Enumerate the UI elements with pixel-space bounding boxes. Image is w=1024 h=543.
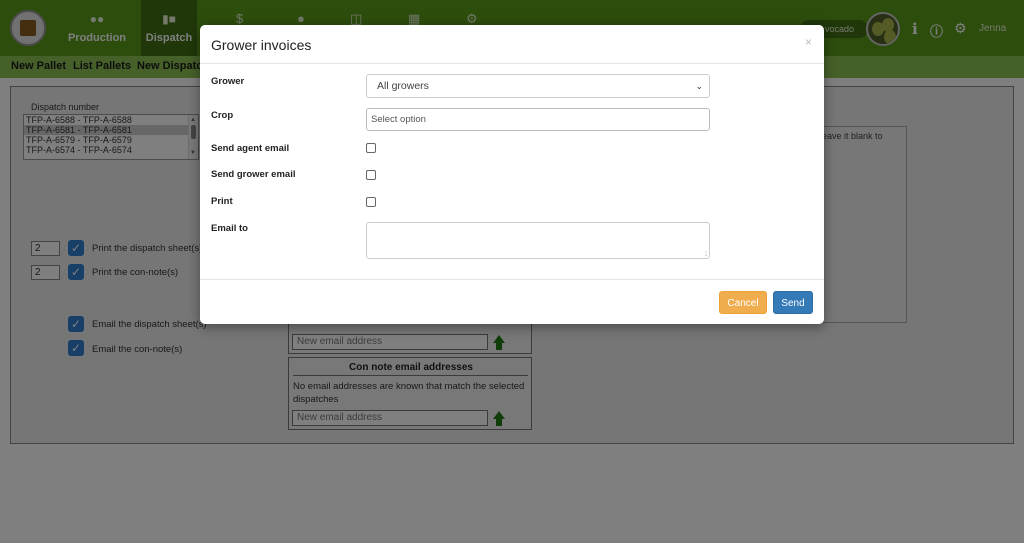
grower-label: Grower	[211, 76, 245, 87]
send-grower-email-checkbox[interactable]	[366, 170, 376, 180]
grower-select[interactable]: All growers ⌄	[366, 74, 710, 98]
chevron-down-icon: ⌄	[695, 81, 703, 91]
send-agent-email-label: Send agent email	[211, 143, 290, 154]
modal-title: Grower invoices	[211, 37, 312, 53]
crop-label: Crop	[211, 110, 234, 121]
resize-grip-icon[interactable]: ⁏	[705, 249, 707, 257]
send-button[interactable]: Send	[773, 291, 813, 314]
crop-select[interactable]: Select option	[366, 108, 710, 131]
grower-invoices-modal: Grower invoices × Grower All growers ⌄ C…	[200, 25, 824, 324]
email-to-textarea[interactable]: ⁏	[366, 222, 710, 259]
divider	[200, 63, 824, 64]
divider	[200, 279, 824, 280]
print-checkbox[interactable]	[366, 197, 376, 207]
send-agent-email-checkbox[interactable]	[366, 143, 376, 153]
email-to-label: Email to	[211, 223, 248, 234]
send-grower-email-label: Send grower email	[211, 169, 296, 180]
close-icon[interactable]: ×	[805, 35, 812, 49]
cancel-button[interactable]: Cancel	[719, 291, 767, 314]
print-label: Print	[211, 196, 233, 207]
